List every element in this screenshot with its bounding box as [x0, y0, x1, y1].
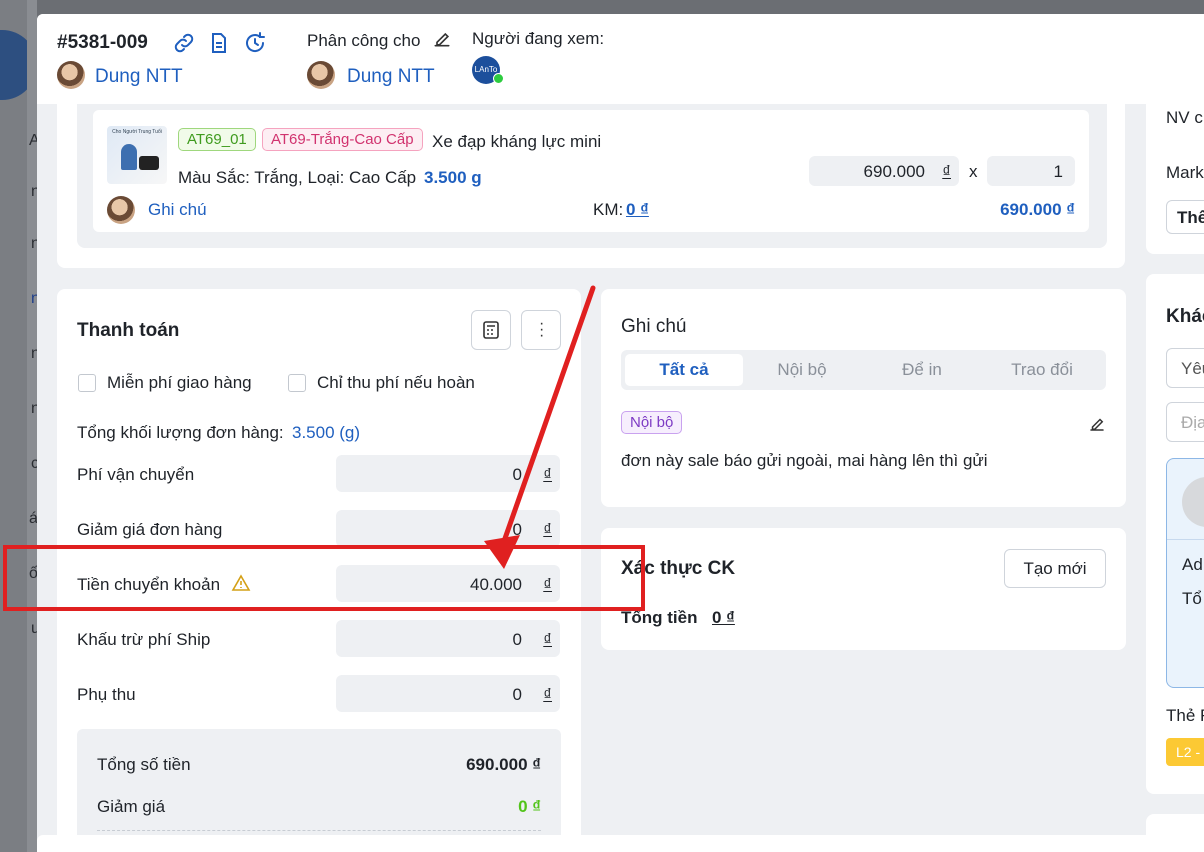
verify-card: Xác thực CK Tạo mới Tổng tiền 0 ₫: [601, 528, 1126, 650]
times-sign: x: [969, 162, 978, 181]
discount-value: 0 ₫: [626, 200, 649, 219]
address-input[interactable]: Địa: [1166, 402, 1204, 442]
line-total: 690.000 ₫: [1000, 200, 1075, 219]
notes-title: Ghi chú: [621, 316, 687, 337]
free-shipping-checkbox[interactable]: [78, 374, 96, 392]
right-other-card: Khác Yêu Địa Ad Tổ Thẻ F L2 -: [1146, 274, 1204, 794]
tab-all[interactable]: Tất cả: [625, 354, 743, 386]
edit-note-icon[interactable]: [1088, 415, 1106, 438]
link-icon[interactable]: [172, 31, 196, 60]
product-attributes: Màu Sắc: Trắng, Loại: Cao Cấp: [178, 168, 417, 187]
currency-symbol: ₫: [543, 685, 552, 704]
creator-avatar: [57, 61, 85, 89]
marketing-label: Mark: [1166, 163, 1204, 182]
bottom-panel-edge: [37, 835, 1204, 852]
ship-deduction-label: Khấu trừ phí Ship: [77, 630, 211, 649]
creator-name[interactable]: Dung NTT: [95, 66, 183, 88]
staff-select[interactable]: Thê: [1166, 200, 1204, 234]
free-shipping-label: Miễn phí giao hàng: [107, 373, 252, 392]
note-badge: Nội bộ: [621, 411, 683, 434]
notes-tabs: Tất cả Nội bộ Để in Trao đổi: [621, 350, 1106, 390]
ship-deduction-value: 0: [512, 630, 522, 649]
customer-line-1: Ad: [1182, 555, 1203, 574]
customer-divider: [1167, 539, 1204, 540]
online-status-dot: [493, 73, 504, 84]
product-name[interactable]: Xe đạp kháng lực mini: [432, 132, 601, 152]
request-input-value: Yêu: [1181, 359, 1204, 378]
variant-tag: AT69-Trắng-Cao Cấp: [262, 128, 423, 151]
other-section-title: Khác: [1166, 306, 1204, 327]
summary-discount-label: Giảm giá: [97, 797, 166, 816]
customer-line-2: Tổ: [1182, 589, 1202, 608]
staff-label: NV c: [1166, 108, 1203, 127]
verify-total-label: Tổng tiền: [621, 608, 698, 627]
surcharge-input[interactable]: 0 ₫: [336, 675, 560, 712]
tab-print[interactable]: Để in: [863, 354, 981, 386]
discount-label: KM:: [593, 200, 624, 219]
weight-value: 3.500 (g): [292, 423, 361, 442]
verify-total-value: 0 ₫: [712, 608, 735, 627]
product-line: Cho Người Trung Tuổi AT69_01 AT69-Trắng-…: [93, 110, 1089, 232]
charge-if-return-checkbox[interactable]: [288, 374, 306, 392]
assignee-name[interactable]: Dung NTT: [347, 66, 435, 88]
create-verify-button[interactable]: Tạo mới: [1004, 549, 1106, 588]
total-value: 690.000 ₫: [466, 755, 541, 774]
note-avatar: [107, 196, 135, 224]
payment-summary: Tổng số tiền 690.000 ₫ Giảm giá 0 ₫: [77, 729, 561, 852]
currency-symbol: ₫: [543, 630, 552, 649]
ship-deduction-input[interactable]: 0 ₫: [336, 620, 560, 657]
summary-discount-value: 0 ₫: [518, 797, 541, 816]
history-icon[interactable]: [243, 31, 267, 60]
assign-label: Phân công cho: [307, 31, 421, 50]
note-link[interactable]: Ghi chú: [148, 200, 207, 220]
order-modal: #5381-009 Dung NTT Phân công cho Dung NT…: [37, 14, 1204, 852]
assignee-avatar: [307, 61, 335, 89]
charge-if-return-label: Chỉ thu phí nếu hoàn: [317, 373, 475, 392]
product-thumbnail: Cho Người Trung Tuổi: [107, 126, 167, 184]
tags-label: Thẻ F: [1166, 706, 1204, 725]
background-divider: [27, 0, 37, 852]
price-input[interactable]: 690.000 ₫: [809, 156, 959, 186]
staff-select-value: Thê: [1177, 208, 1204, 227]
price-value: 690.000: [863, 162, 925, 181]
customer-card: Ad Tổ: [1166, 458, 1204, 688]
edit-icon[interactable]: [432, 29, 452, 54]
surcharge-label: Phụ thu: [77, 685, 136, 704]
address-input-placeholder: Địa: [1181, 413, 1204, 432]
total-label: Tổng số tiền: [97, 755, 191, 774]
tab-internal[interactable]: Nội bộ: [743, 354, 861, 386]
note-text: đơn này sale báo gửi ngoài, mai hàng lên…: [621, 451, 988, 470]
right-info-card: NV c Mark Thê: [1146, 70, 1204, 254]
products-list: Cho Người Trung Tuổi AT69_01 AT69-Trắng-…: [77, 104, 1107, 248]
quantity-value: 1: [1053, 162, 1063, 181]
sku-tag: AT69_01: [178, 128, 256, 151]
surcharge-value: 0: [512, 685, 522, 704]
summary-divider: [97, 830, 541, 831]
request-input[interactable]: Yêu: [1166, 348, 1204, 388]
shipping-fee-label: Phí vận chuyển: [77, 465, 195, 484]
viewers-label: Người đang xem:: [472, 29, 605, 48]
document-icon[interactable]: [207, 31, 231, 60]
notes-card: Ghi chú Tất cả Nội bộ Để in Trao đổi Nội…: [601, 289, 1126, 507]
weight-label: Tổng khối lượng đơn hàng:: [77, 423, 284, 442]
product-weight: 3.500 g: [424, 168, 482, 187]
annotation-arrow: [484, 285, 596, 569]
products-section: Cho Người Trung Tuổi AT69_01 AT69-Trắng-…: [57, 104, 1125, 268]
customer-avatar: [1182, 477, 1204, 527]
currency-symbol: ₫: [942, 162, 951, 181]
payment-title: Thanh toán: [77, 320, 180, 341]
quantity-input[interactable]: 1: [987, 156, 1075, 186]
order-discount-label: Giảm giá đơn hàng: [77, 520, 223, 539]
modal-header: #5381-009 Dung NTT Phân công cho Dung NT…: [37, 14, 1204, 104]
tab-exchange[interactable]: Trao đổi: [983, 354, 1101, 386]
tag-chip[interactable]: L2 -: [1166, 738, 1204, 766]
order-code: #5381-009: [57, 32, 148, 53]
